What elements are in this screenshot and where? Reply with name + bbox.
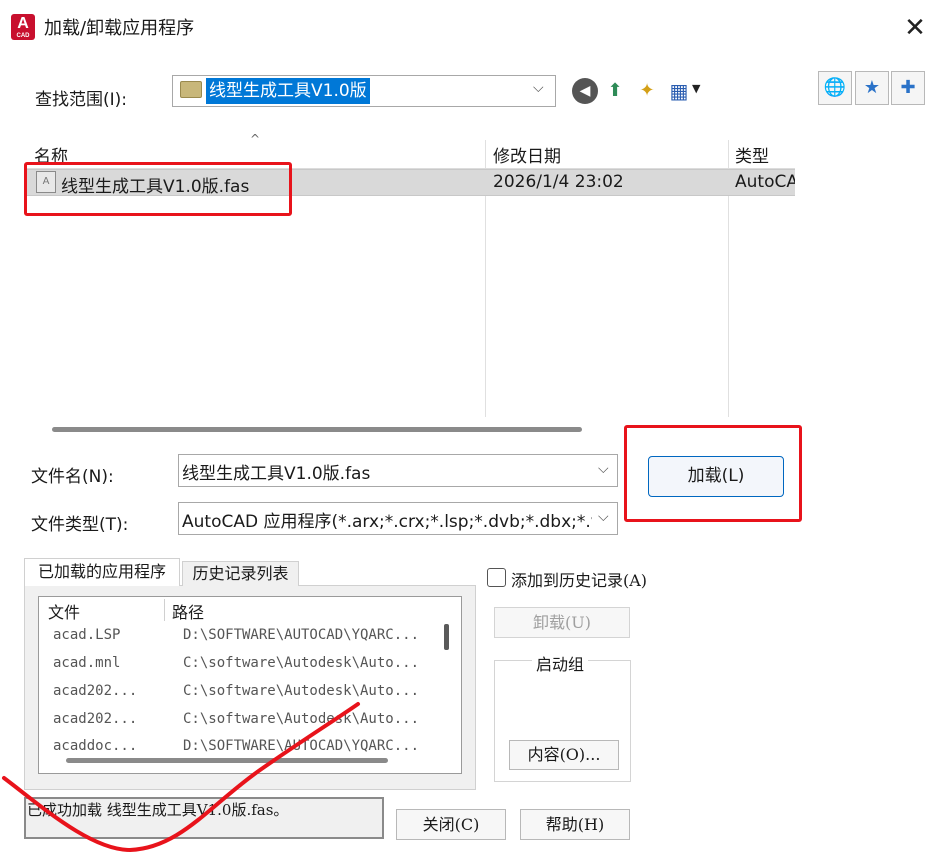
window-title: 加载/卸载应用程序	[44, 18, 195, 39]
horizontal-scrollbar[interactable]	[52, 427, 582, 432]
favorites-icon[interactable]: ★	[855, 71, 889, 105]
filetype-value: AutoCAD 应用程序(*.arx;*.crx;*.lsp;*.dvb;*.d…	[182, 512, 592, 532]
filetype-label: 文件类型(T):	[31, 515, 129, 535]
file-type: AutoCAD	[735, 172, 795, 192]
autocad-logo-icon: A CAD	[11, 14, 35, 40]
vertical-scrollbar[interactable]	[444, 624, 449, 650]
app-path[interactable]: C:\software\Autodesk\Auto...	[183, 655, 433, 671]
add-to-history-checkbox[interactable]	[487, 568, 506, 587]
column-header-date[interactable]: 修改日期	[493, 142, 561, 167]
column-divider	[164, 599, 165, 621]
views-icon[interactable]: ▦	[666, 78, 692, 104]
chevron-down-icon[interactable]: ⌵	[598, 461, 609, 477]
chevron-down-icon[interactable]: ⌵	[598, 509, 609, 525]
startup-group-label: 启动组	[532, 651, 589, 675]
app-path[interactable]: D:\SOFTWARE\AUTOCAD\YQARC...	[183, 627, 433, 643]
column-header-type[interactable]: 类型	[735, 142, 769, 167]
app-file[interactable]: acad.mnl	[53, 655, 120, 671]
unload-button[interactable]: 卸载(U)	[494, 607, 630, 638]
apps-column-path[interactable]: 路径	[172, 599, 204, 623]
back-icon[interactable]: ◀	[572, 78, 598, 104]
chevron-down-icon[interactable]: ⌵	[533, 80, 544, 96]
filename-label: 文件名(N):	[31, 467, 114, 487]
contents-button[interactable]: 内容(O)...	[509, 740, 619, 770]
up-folder-icon[interactable]: ⬆	[602, 78, 628, 104]
app-file[interactable]: acad.LSP	[53, 627, 120, 643]
help-button[interactable]: 帮助(H)	[520, 809, 630, 840]
new-folder-icon[interactable]: ✦	[634, 78, 660, 104]
views-dropdown-icon[interactable]: ▼	[692, 82, 700, 95]
close-button[interactable]: 关闭(C)	[396, 809, 506, 840]
red-annotation-scribble	[2, 702, 360, 853]
file-date: 2026/1/4 23:02	[493, 172, 624, 192]
add-to-history-label[interactable]: 添加到历史记录(A)	[511, 567, 647, 591]
search-web-icon[interactable]: 🌐	[818, 71, 852, 105]
highlight-annotation-box	[624, 425, 802, 522]
tab-history-list[interactable]: 历史记录列表	[182, 561, 299, 586]
tab-loaded-applications[interactable]: 已加载的应用程序	[24, 558, 180, 586]
lookin-value: 线型生成工具V1.0版	[206, 78, 370, 104]
lookin-label: 查找范围(I):	[35, 90, 128, 110]
apps-column-file[interactable]: 文件	[48, 599, 80, 623]
folder-icon	[180, 81, 202, 98]
add-to-favorites-icon[interactable]: ✚	[891, 71, 925, 105]
highlight-annotation-box	[24, 162, 292, 216]
sort-ascending-icon: ^	[250, 132, 261, 146]
filename-value: 线型生成工具V1.0版.fas	[182, 464, 371, 484]
close-icon[interactable]: ✕	[895, 8, 935, 48]
